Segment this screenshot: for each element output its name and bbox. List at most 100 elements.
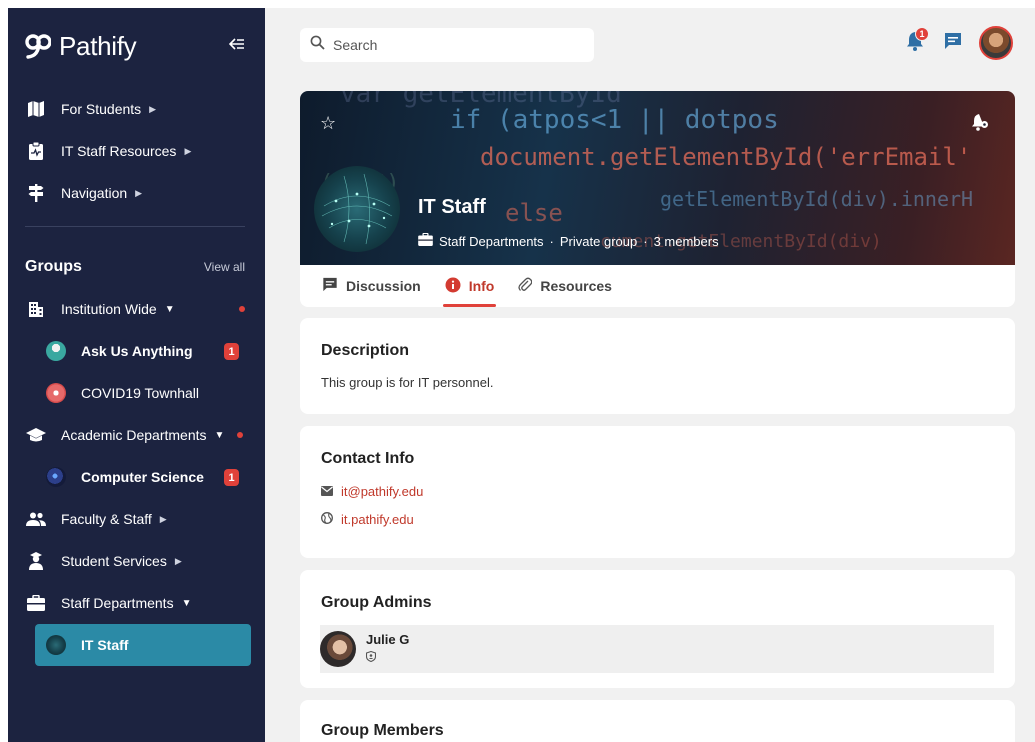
contact-email: it@pathify.edu [341, 484, 424, 499]
chevron-right-icon: ▶ [149, 103, 157, 114]
group-privacy: Private group [559, 233, 638, 249]
group-avatar [46, 383, 66, 403]
search-input[interactable] [333, 37, 573, 53]
tab-label: Info [468, 278, 495, 294]
caret-down-icon[interactable]: ▼ [215, 430, 225, 441]
caret-down-icon[interactable]: ▼ [165, 304, 175, 315]
caret-down-icon[interactable]: ▼ [182, 598, 192, 609]
contact-website-link[interactable]: it.pathify.edu [321, 512, 414, 527]
group-item-institution-wide[interactable]: Institution Wide ▼ [8, 288, 265, 330]
group-item-academic-departments[interactable]: Academic Departments ▼ [8, 414, 265, 456]
admin-name: Julie G [366, 631, 410, 647]
description-text: This group is for IT personnel. [321, 375, 494, 390]
group-avatar [46, 341, 66, 361]
group-banner: var getElementById if (atpos<1 || dotpos… [300, 91, 1015, 265]
nav-item-it-staff-resources[interactable]: IT Staff Resources ▶ [8, 130, 265, 172]
avatar [320, 631, 356, 667]
tab-info[interactable]: Info [442, 265, 497, 307]
notification-settings-icon[interactable] [971, 113, 989, 136]
group-avatar [46, 635, 66, 655]
nav-item-navigation[interactable]: Navigation ▶ [8, 172, 265, 214]
admin-shield-icon [365, 649, 409, 667]
tab-resources[interactable]: Resources [518, 265, 612, 307]
contact-email-link[interactable]: it@pathify.edu [321, 484, 423, 499]
briefcase-icon [418, 232, 433, 249]
unread-dot [239, 306, 245, 312]
group-item-faculty-staff[interactable]: Faculty & Staff ▶ [8, 498, 265, 540]
group-label: COVID19 Townhall [81, 385, 200, 401]
group-label: Computer Science [81, 469, 204, 485]
nav-label: Navigation [61, 185, 128, 201]
group-item-covid19-townhall[interactable]: COVID19 Townhall [8, 372, 265, 414]
collapse-sidebar-icon[interactable] [228, 35, 245, 56]
brand-name: Pathify [59, 30, 137, 61]
messages-button[interactable] [941, 31, 965, 55]
admin-info: Julie G [365, 631, 410, 667]
groups-title: Groups [25, 258, 82, 275]
search-bar[interactable] [300, 28, 594, 62]
people-icon [26, 509, 46, 529]
group-label: Academic Departments [61, 427, 207, 443]
group-category: Staff Departments [439, 233, 544, 249]
unread-badge: 1 [224, 343, 239, 360]
main-nav: For Students ▶ IT Staff Resources ▶ Navi… [8, 88, 265, 214]
nav-label: For Students [61, 101, 142, 117]
graduation-cap-icon [26, 425, 46, 445]
nav-label: IT Staff Resources [61, 143, 177, 159]
notifications-button[interactable]: 1 [903, 27, 929, 55]
divider [25, 226, 245, 227]
chevron-right-icon: ▶ [135, 187, 143, 198]
unread-dot [237, 432, 243, 438]
admin-row[interactable]: Julie G [320, 625, 994, 673]
group-header-card: var getElementById if (atpos<1 || dotpos… [300, 91, 1015, 307]
group-label: Staff Departments [61, 595, 174, 611]
medical-clipboard-icon [26, 141, 46, 161]
view-all-link[interactable]: View all [204, 260, 245, 274]
group-meta: Staff Departments · Private group · 3 me… [418, 232, 719, 249]
user-avatar[interactable] [979, 26, 1013, 60]
favorite-star-icon[interactable]: ☆ [320, 113, 336, 134]
unread-badge: 1 [224, 469, 239, 486]
chevron-right-icon: ▶ [174, 555, 182, 566]
separator: · [643, 233, 648, 249]
group-members-count: 3 members [653, 233, 719, 249]
separator: · [549, 233, 554, 249]
info-icon [445, 277, 461, 296]
sidebar: Pathify For Students ▶ IT Staff Resource… [8, 8, 265, 742]
group-label: Faculty & Staff [61, 511, 152, 527]
search-icon [310, 35, 325, 55]
nav-item-for-students[interactable]: For Students ▶ [8, 88, 265, 130]
main-content: 1 var getElementById if (atpos<1 || dotp… [265, 8, 1035, 742]
group-item-computer-science[interactable]: Computer Science 1 [8, 456, 265, 498]
chevron-right-icon: ▶ [159, 513, 167, 524]
group-avatar [46, 467, 66, 487]
group-item-ask-us-anything[interactable]: Ask Us Anything 1 [8, 330, 265, 372]
group-label: Ask Us Anything [81, 343, 193, 359]
group-admins-card: Group Admins Julie G [300, 570, 1015, 688]
banner-code-line: if (atpos<1 || dotpos [450, 105, 779, 135]
map-icon [26, 99, 46, 119]
brand[interactable]: Pathify [25, 28, 137, 64]
description-card: Description This group is for IT personn… [300, 318, 1015, 414]
group-item-staff-departments[interactable]: Staff Departments ▼ [8, 582, 265, 624]
group-tabs: Discussion Info Resources [300, 265, 1015, 307]
tab-discussion[interactable]: Discussion [322, 265, 421, 307]
group-item-it-staff[interactable]: IT Staff [35, 624, 251, 666]
notification-count: 1 [915, 27, 929, 41]
chevron-right-icon: ▶ [184, 145, 192, 156]
tab-label: Discussion [346, 278, 421, 294]
group-item-student-services[interactable]: Student Services ▶ [8, 540, 265, 582]
banner-code-line: document.getElementById('errEmail' [480, 143, 972, 171]
groups-nav: Institution Wide ▼ Ask Us Anything 1 COV… [8, 288, 265, 666]
group-avatar [314, 166, 400, 252]
section-title: Group Members [321, 722, 444, 739]
email-icon [321, 484, 333, 499]
group-label: Institution Wide [61, 301, 157, 317]
group-label: Student Services [61, 553, 167, 569]
section-title: Group Admins [321, 594, 432, 611]
groups-header: Groups View all [25, 258, 245, 276]
student-icon [26, 551, 46, 571]
section-title: Contact Info [321, 450, 415, 467]
globe-icon [321, 512, 333, 527]
paperclip-icon [518, 277, 533, 296]
